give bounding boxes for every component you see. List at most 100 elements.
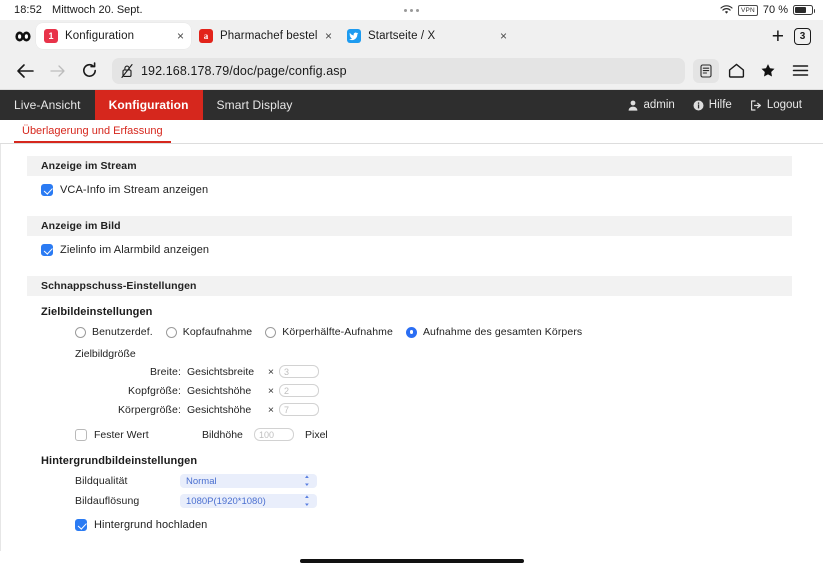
- settings-form: Anzeige im Stream VCA-Info im Stream anz…: [1, 156, 823, 551]
- field-row-kopfgroesse: Kopfgröße: Gesichtshöhe ×: [27, 381, 792, 400]
- url-bar[interactable]: 192.168.178.79/doc/page/config.asp: [112, 58, 685, 84]
- battery-icon: [793, 5, 813, 15]
- insecure-lock-icon[interactable]: [121, 64, 133, 78]
- radio-dot[interactable]: [166, 327, 177, 338]
- page-scroll-area[interactable]: Anzeige im Stream VCA-Info im Stream anz…: [0, 144, 823, 551]
- close-icon[interactable]: ×: [500, 30, 507, 42]
- radio-group-zielbild: Benutzerdef. Kopfaufnahme Körperhälfte-A…: [27, 322, 792, 342]
- input-koerpergroesse-factor[interactable]: [279, 403, 319, 416]
- checkbox-zielinfo-im-alarmbild[interactable]: [41, 244, 53, 256]
- browser-tab-pharmachef[interactable]: a Pharmachef bestellte Fake- ×: [191, 23, 339, 49]
- status-date: Mittwoch 20. Sept.: [52, 4, 143, 16]
- field-row-breite: Breite: Gesichtsbreite ×: [27, 362, 792, 381]
- browser-tab-startseite-x[interactable]: Startseite / X ×: [339, 23, 514, 49]
- hamburger-menu-icon[interactable]: [785, 57, 815, 85]
- twitter-favicon-icon: [347, 29, 361, 43]
- select-value: Normal: [186, 476, 217, 487]
- nav-right-cluster: admin Hilfe Logout: [621, 90, 823, 120]
- select-row-bildaufloesung: Bildauflösung 1080P(1920*1080) ▲▼: [27, 491, 792, 511]
- home-indicator-bar[interactable]: [0, 551, 823, 571]
- radio-koerperhaelfte-aufnahme[interactable]: Körperhälfte-Aufnahme: [265, 326, 393, 338]
- input-bildhoehe[interactable]: [254, 428, 294, 441]
- radio-aufnahme-gesamter-koerper[interactable]: Aufnahme des gesamten Körpers: [406, 326, 582, 338]
- field-basis: Gesichtshöhe: [187, 404, 263, 416]
- arrow-left-icon[interactable]: [10, 56, 40, 86]
- unit-pixel: Pixel: [305, 429, 328, 441]
- browser-tab-strip: 1 Konfiguration × a Pharmachef bestellte…: [0, 20, 823, 52]
- checkbox-hintergrund-hochladen[interactable]: [75, 519, 87, 531]
- checkbox-fester-wert[interactable]: [75, 429, 87, 441]
- battery-percent: 70 %: [763, 4, 788, 16]
- new-tab-button[interactable]: +: [762, 26, 794, 47]
- checkbox-label: Fester Wert: [94, 429, 202, 441]
- radio-label: Kopfaufnahme: [183, 326, 253, 338]
- subtab-ueberlagerung-und-erfassung[interactable]: Überlagerung und Erfassung: [14, 120, 171, 143]
- device-top-nav: Live-Ansicht Konfiguration Smart Display…: [0, 90, 823, 120]
- field-row-koerpergroesse: Körpergröße: Gesichtshöhe ×: [27, 400, 792, 419]
- close-icon[interactable]: ×: [177, 30, 184, 42]
- input-kopfgroesse-factor[interactable]: [279, 384, 319, 397]
- section-header-anzeige-im-bild: Anzeige im Bild: [27, 216, 792, 236]
- radio-benutzerdef[interactable]: Benutzerdef.: [75, 326, 153, 338]
- radio-dot[interactable]: [406, 327, 417, 338]
- arrow-right-icon: [42, 56, 72, 86]
- checkbox-label: VCA-Info im Stream anzeigen: [60, 184, 208, 196]
- nav-user[interactable]: admin: [621, 99, 681, 111]
- section-header-schnappschuss-einstellungen: Schnappschuss-Einstellungen: [27, 276, 792, 296]
- label-zielbildgroesse: Zielbildgröße: [27, 342, 792, 362]
- logout-icon: [750, 100, 762, 111]
- nav-logout-label: Logout: [767, 99, 802, 111]
- multiply-sign: ×: [263, 366, 279, 378]
- nav-item-live-ansicht[interactable]: Live-Ansicht: [0, 90, 95, 120]
- field-label: Breite:: [27, 366, 187, 378]
- radio-kopfaufnahme[interactable]: Kopfaufnahme: [166, 326, 253, 338]
- subheading-zielbildeinstellungen: Zielbildeinstellungen: [27, 296, 792, 322]
- nav-help[interactable]: Hilfe: [686, 99, 739, 111]
- info-icon: [693, 100, 704, 111]
- checkbox-row-vca-info[interactable]: VCA-Info im Stream anzeigen: [27, 176, 792, 204]
- radio-dot[interactable]: [265, 327, 276, 338]
- nav-spacer: [307, 90, 622, 120]
- close-icon[interactable]: ×: [325, 30, 332, 42]
- status-time: 18:52: [14, 4, 42, 16]
- chevron-updown-icon: ▲▼: [303, 493, 311, 509]
- select-bildqualitaet[interactable]: Normal ▲▼: [180, 474, 317, 488]
- web-page: Live-Ansicht Konfiguration Smart Display…: [0, 90, 823, 551]
- vpn-badge: VPN: [738, 5, 758, 16]
- checkbox-vca-info-im-stream[interactable]: [41, 184, 53, 196]
- nav-logout[interactable]: Logout: [743, 99, 809, 111]
- checkbox-label: Hintergrund hochladen: [94, 519, 207, 531]
- os-status-bar: 18:52 Mittwoch 20. Sept. VPN 70 %: [0, 0, 823, 20]
- opera-logo-icon[interactable]: [10, 31, 36, 42]
- tab-title: Konfiguration: [65, 30, 170, 42]
- url-text: 192.168.178.79/doc/page/config.asp: [141, 64, 347, 78]
- badge-number-icon: 1: [44, 29, 58, 43]
- nav-user-label: admin: [643, 99, 674, 111]
- wifi-icon: [720, 5, 733, 15]
- select-label: Bildqualität: [75, 475, 180, 487]
- field-basis: Gesichtsbreite: [187, 366, 263, 378]
- checkbox-row-zielinfo[interactable]: Zielinfo im Alarmbild anzeigen: [27, 236, 792, 264]
- home-icon[interactable]: [721, 57, 751, 85]
- checkbox-row-hintergrund-hochladen[interactable]: Hintergrund hochladen: [27, 511, 792, 539]
- tab-title: Pharmachef bestellte Fake-: [220, 30, 318, 42]
- subheading-hintergrundbildeinstellungen: Hintergrundbildeinstellungen: [27, 445, 792, 471]
- field-label: Kopfgröße:: [27, 385, 187, 397]
- radio-dot[interactable]: [75, 327, 86, 338]
- reader-mode-icon[interactable]: [693, 59, 719, 83]
- nav-item-konfiguration[interactable]: Konfiguration: [95, 90, 203, 120]
- select-bildaufloesung[interactable]: 1080P(1920*1080) ▲▼: [180, 494, 317, 508]
- fixed-value-row: Fester Wert Bildhöhe Pixel: [27, 419, 792, 445]
- chevron-updown-icon: ▲▼: [303, 473, 311, 489]
- amazon-favicon-icon: a: [199, 29, 213, 43]
- browser-tab-konfiguration[interactable]: 1 Konfiguration ×: [36, 23, 191, 49]
- nav-help-label: Hilfe: [709, 99, 732, 111]
- input-breite-factor[interactable]: [279, 365, 319, 378]
- status-right-cluster: VPN 70 %: [720, 4, 813, 16]
- reload-icon[interactable]: [74, 56, 104, 86]
- nav-item-smart-display[interactable]: Smart Display: [203, 90, 307, 120]
- multiply-sign: ×: [263, 385, 279, 397]
- field-basis: Gesichtshöhe: [187, 385, 263, 397]
- star-icon[interactable]: [753, 57, 783, 85]
- tab-count-button[interactable]: 3: [794, 28, 811, 45]
